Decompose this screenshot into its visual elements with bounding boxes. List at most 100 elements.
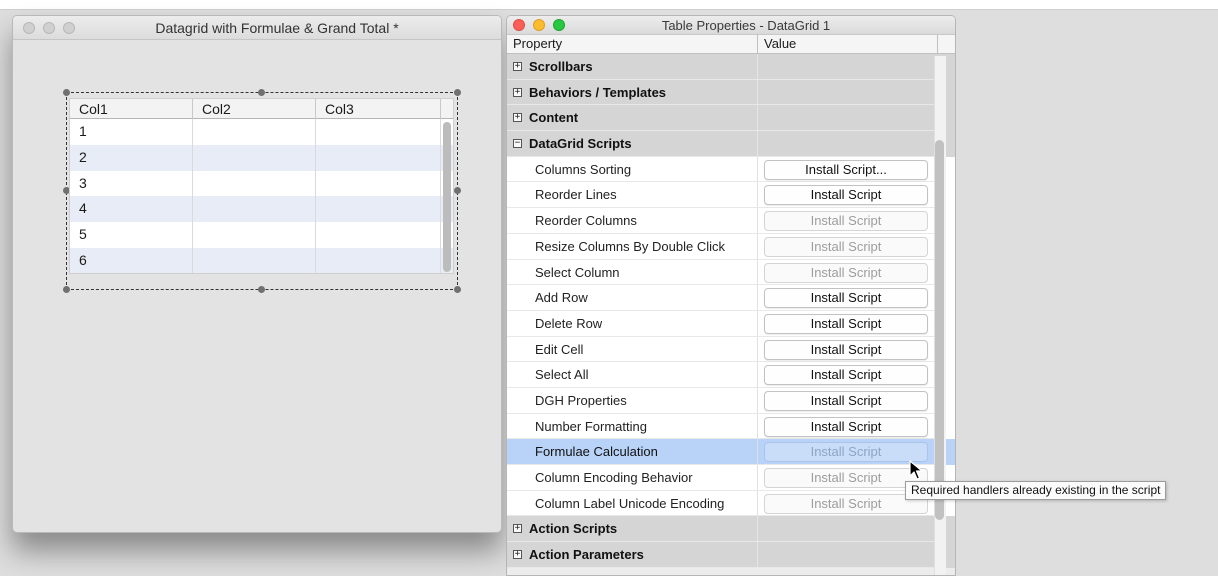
table-cell[interactable] xyxy=(193,222,316,248)
install-script-button: Install Script xyxy=(764,211,928,232)
column-header-property[interactable]: Property xyxy=(507,35,758,53)
resize-handle[interactable] xyxy=(454,286,461,293)
window-titlebar[interactable]: Table Properties - DataGrid 1 xyxy=(507,16,955,35)
property-label: Add Row xyxy=(535,290,588,306)
property-row-resize-columns[interactable]: Resize Columns By Double Click Install S… xyxy=(507,233,955,260)
expand-icon[interactable]: + xyxy=(513,524,522,534)
table-row[interactable]: 4 xyxy=(70,196,453,223)
install-script-button[interactable]: Install Script xyxy=(764,339,928,360)
table-row[interactable]: 6 xyxy=(70,247,453,273)
table-cell[interactable] xyxy=(316,119,441,145)
table-cell[interactable] xyxy=(316,247,441,273)
install-script-button[interactable]: Install Script xyxy=(764,185,928,206)
install-script-button[interactable]: Install Script xyxy=(764,390,928,411)
group-row-action-scripts[interactable]: + Action Scripts xyxy=(507,516,955,543)
column-header-col2[interactable]: Col2 xyxy=(193,99,316,119)
group-row-scrollbars[interactable]: + Scrollbars xyxy=(507,54,955,80)
property-label: Columns Sorting xyxy=(535,161,632,177)
property-row-delete-row[interactable]: Delete Row Install Script xyxy=(507,310,955,337)
group-label: Action Parameters xyxy=(529,547,644,563)
group-label: DataGrid Scripts xyxy=(529,136,632,152)
table-cell[interactable]: 4 xyxy=(70,196,193,223)
group-row-behaviors-templates[interactable]: + Behaviors / Templates xyxy=(507,79,955,106)
table-cell[interactable] xyxy=(193,170,316,197)
resize-handle[interactable] xyxy=(454,89,461,96)
property-row-select-column[interactable]: Select Column Install Script xyxy=(507,259,955,286)
table-cell[interactable] xyxy=(193,144,316,171)
table-cell[interactable] xyxy=(193,119,316,145)
table-row[interactable]: 1 xyxy=(70,119,453,145)
datagrid-body: 1 2 3 4 5 6 xyxy=(70,119,453,273)
property-row-formulae-calculation[interactable]: Formulae Calculation Install Script xyxy=(507,439,955,465)
property-label: Reorder Columns xyxy=(535,213,637,229)
expand-icon[interactable]: + xyxy=(513,87,522,97)
group-row-action-parameters[interactable]: + Action Parameters xyxy=(507,542,955,568)
install-script-button: Install Script xyxy=(764,442,928,463)
property-list-scrollbar-thumb[interactable] xyxy=(935,140,944,520)
column-header-col1[interactable]: Col1 xyxy=(70,99,193,119)
column-header-col3[interactable]: Col3 xyxy=(316,99,441,119)
table-cell[interactable]: 6 xyxy=(70,247,193,273)
property-label: Resize Columns By Double Click xyxy=(535,238,726,254)
property-row-column-encoding-behavior[interactable]: Column Encoding Behavior Install Script xyxy=(507,465,955,491)
table-cell[interactable]: 5 xyxy=(70,222,193,248)
column-header-value[interactable]: Value xyxy=(758,35,938,53)
table-cell[interactable]: 3 xyxy=(70,170,193,197)
group-row-datagrid-scripts[interactable]: − DataGrid Scripts xyxy=(507,131,955,157)
property-row-add-row[interactable]: Add Row Install Script xyxy=(507,285,955,311)
datagrid[interactable]: Col1 Col2 Col3 1 2 3 4 5 6 xyxy=(69,98,454,274)
resize-handle[interactable] xyxy=(454,187,461,194)
table-cell[interactable] xyxy=(193,196,316,223)
table-cell[interactable] xyxy=(193,247,316,273)
property-row-select-all[interactable]: Select All Install Script xyxy=(507,362,955,388)
install-script-button[interactable]: Install Script xyxy=(764,365,928,386)
property-row-reorder-lines[interactable]: Reorder Lines Install Script xyxy=(507,182,955,209)
property-row-column-label-unicode-encoding[interactable]: Column Label Unicode Encoding Install Sc… xyxy=(507,490,955,517)
resize-handle[interactable] xyxy=(63,89,70,96)
install-script-button[interactable]: Install Script xyxy=(764,416,928,437)
table-properties-window: Table Properties - DataGrid 1 Property V… xyxy=(506,15,956,576)
mouse-pointer-icon xyxy=(909,460,923,480)
table-row[interactable]: 2 xyxy=(70,144,453,171)
datagrid-scrollbar[interactable] xyxy=(443,122,451,272)
property-label: Delete Row xyxy=(535,315,603,331)
group-label: Scrollbars xyxy=(529,59,593,74)
table-cell[interactable]: 2 xyxy=(70,144,193,171)
property-label: Formulae Calculation xyxy=(535,444,658,460)
expand-icon[interactable]: + xyxy=(513,550,522,560)
expand-icon[interactable]: + xyxy=(513,113,522,123)
property-row-reorder-columns[interactable]: Reorder Columns Install Script xyxy=(507,208,955,234)
table-cell[interactable]: 1 xyxy=(70,119,193,145)
property-row-edit-cell[interactable]: Edit Cell Install Script xyxy=(507,336,955,363)
resize-handle[interactable] xyxy=(258,89,265,96)
property-row-dgh-properties[interactable]: DGH Properties Install Script xyxy=(507,387,955,414)
table-cell[interactable] xyxy=(316,222,441,248)
property-label: Select All xyxy=(535,367,589,383)
table-cell[interactable] xyxy=(316,144,441,171)
group-row-content[interactable]: + Content xyxy=(507,105,955,132)
property-row-number-formatting[interactable]: Number Formatting Install Script xyxy=(507,413,955,440)
property-row-columns-sorting[interactable]: Columns Sorting Install Script... xyxy=(507,156,955,183)
tooltip: Required handlers already existing in th… xyxy=(905,481,1167,500)
collapse-icon[interactable]: − xyxy=(513,139,522,149)
property-label: DGH Properties xyxy=(535,392,627,408)
resize-handle[interactable] xyxy=(258,286,265,293)
resize-handle[interactable] xyxy=(63,286,70,293)
group-label: Content xyxy=(529,110,579,126)
install-script-button[interactable]: Install Script xyxy=(764,313,928,334)
datagrid-window: Datagrid with Formulae & Grand Total * C… xyxy=(12,15,502,533)
table-row[interactable]: 5 xyxy=(70,222,453,248)
install-script-button[interactable]: Install Script... xyxy=(764,159,928,180)
property-label: Reorder Lines xyxy=(535,187,617,203)
expand-icon[interactable]: + xyxy=(513,62,522,71)
datagrid-selection[interactable]: Col1 Col2 Col3 1 2 3 4 5 6 xyxy=(63,89,461,293)
property-list: + Scrollbars + Behaviors / Templates + Cont… xyxy=(507,54,955,568)
table-cell[interactable] xyxy=(316,196,441,223)
table-cell[interactable] xyxy=(316,170,441,197)
window-titlebar[interactable]: Datagrid with Formulae & Grand Total * xyxy=(13,16,501,40)
install-script-button[interactable]: Install Script xyxy=(764,288,928,309)
table-row[interactable]: 3 xyxy=(70,170,453,197)
window-title: Table Properties - DataGrid 1 xyxy=(661,18,831,33)
property-label: Edit Cell xyxy=(535,341,584,357)
property-label: Select Column xyxy=(535,264,620,280)
